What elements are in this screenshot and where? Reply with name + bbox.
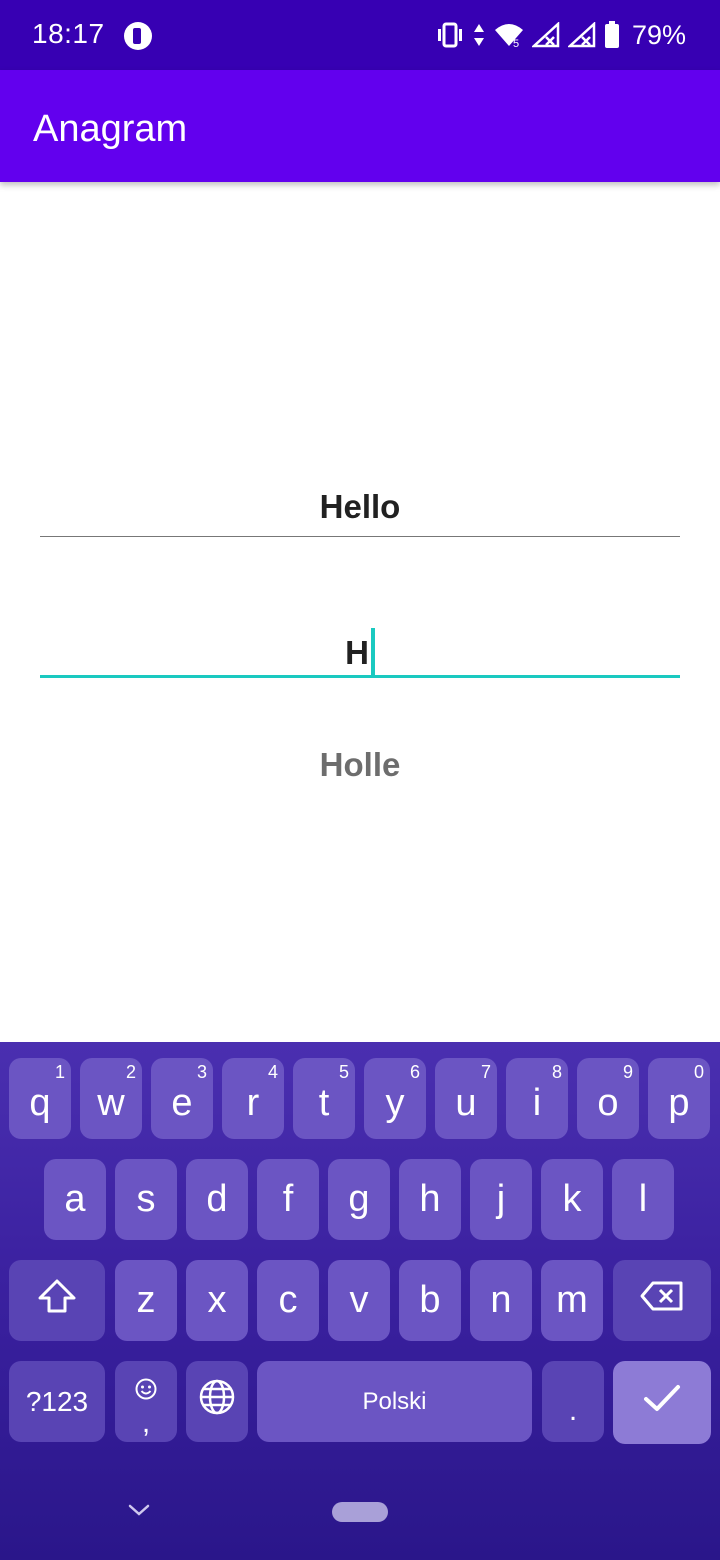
key-letter: t: [318, 1082, 330, 1124]
key-number: 1: [54, 1062, 65, 1082]
status-bar: 18:17 5 79%: [0, 0, 720, 70]
soft-keyboard: 1q 2w 3e 4r 5t 6y 7u 8i 9o 0p a s d f g …: [0, 1042, 720, 1560]
key-u[interactable]: 7u: [435, 1058, 497, 1139]
key-number: 4: [267, 1062, 278, 1082]
backspace-icon: [639, 1279, 685, 1322]
battery-percentage: 79%: [631, 19, 686, 50]
signal-icon: [531, 22, 560, 48]
key-letter: y: [385, 1082, 405, 1124]
key-k[interactable]: k: [541, 1159, 603, 1240]
key-letter: o: [597, 1082, 619, 1124]
key-letter: p: [668, 1082, 690, 1124]
vibrate-icon: [436, 22, 464, 48]
symbols-key-label: ?123: [25, 1385, 89, 1417]
key-number: 0: [693, 1062, 704, 1082]
source-word-text: Hello: [319, 488, 401, 525]
key-n[interactable]: n: [470, 1260, 532, 1341]
key-y[interactable]: 6y: [364, 1058, 426, 1139]
chevron-down-icon[interactable]: [126, 1502, 152, 1523]
app-notification-icon: [124, 22, 152, 50]
key-v[interactable]: v: [328, 1260, 390, 1341]
text-cursor: [370, 628, 375, 678]
key-e[interactable]: 3e: [151, 1058, 213, 1139]
app-title: Anagram: [33, 108, 188, 150]
key-i[interactable]: 8i: [506, 1058, 568, 1139]
emoji-comma-key[interactable]: ,: [115, 1361, 177, 1442]
key-letter: i: [532, 1082, 542, 1124]
result-word: Holle: [319, 746, 401, 783]
key-number: 3: [196, 1062, 207, 1082]
globe-icon: [198, 1378, 236, 1426]
enter-key[interactable]: [613, 1361, 711, 1444]
key-letter: w: [97, 1082, 125, 1124]
key-g[interactable]: g: [328, 1159, 390, 1240]
key-number: 2: [125, 1062, 136, 1082]
space-key[interactable]: Polski: [257, 1361, 532, 1442]
key-w[interactable]: 2w: [80, 1058, 142, 1139]
status-icons: 5 79%: [436, 16, 686, 54]
battery-icon: [604, 21, 620, 49]
key-s[interactable]: s: [115, 1159, 177, 1240]
shift-key[interactable]: [9, 1260, 105, 1341]
key-c[interactable]: c: [257, 1260, 319, 1341]
check-icon: [642, 1381, 682, 1424]
key-l[interactable]: l: [612, 1159, 674, 1240]
key-a[interactable]: a: [44, 1159, 106, 1240]
key-o[interactable]: 9o: [577, 1058, 639, 1139]
key-b[interactable]: b: [399, 1260, 461, 1341]
key-j[interactable]: j: [470, 1159, 532, 1240]
emoji-icon: [134, 1368, 158, 1411]
key-q[interactable]: 1q: [9, 1058, 71, 1139]
key-letter: e: [171, 1082, 193, 1124]
key-t[interactable]: 5t: [293, 1058, 355, 1139]
svg-text:5: 5: [513, 38, 519, 48]
key-letter: r: [246, 1082, 260, 1124]
source-word-field[interactable]: Hello: [40, 488, 680, 537]
wifi-icon: 5: [494, 22, 524, 48]
key-d[interactable]: d: [186, 1159, 248, 1240]
key-letter: u: [455, 1082, 477, 1124]
key-m[interactable]: m: [541, 1260, 603, 1341]
backspace-key[interactable]: [613, 1260, 711, 1341]
signal-icon: [567, 22, 596, 48]
period-key[interactable]: .: [542, 1361, 604, 1442]
anagram-input-text: H: [345, 634, 369, 671]
status-time: 18:17: [32, 18, 105, 49]
key-number: 9: [622, 1062, 633, 1082]
key-number: 8: [551, 1062, 562, 1082]
period-label: .: [568, 1393, 578, 1427]
anagram-input-field[interactable]: H: [40, 620, 680, 678]
app-bar: Anagram: [0, 70, 720, 182]
key-r[interactable]: 4r: [222, 1058, 284, 1139]
key-number: 5: [338, 1062, 349, 1082]
key-p[interactable]: 0p: [648, 1058, 710, 1139]
key-f[interactable]: f: [257, 1159, 319, 1240]
key-x[interactable]: x: [186, 1260, 248, 1341]
shift-icon: [37, 1278, 77, 1324]
key-h[interactable]: h: [399, 1159, 461, 1240]
key-letter: q: [29, 1082, 51, 1124]
space-key-label: Polski: [362, 1387, 427, 1415]
key-z[interactable]: z: [115, 1260, 177, 1341]
comma-label: ,: [141, 1406, 151, 1439]
key-number: 7: [480, 1062, 491, 1082]
home-gesture-pill[interactable]: [332, 1502, 388, 1522]
symbols-key[interactable]: ?123: [9, 1361, 105, 1442]
data-arrows-icon: [472, 22, 486, 48]
language-key[interactable]: [186, 1361, 248, 1442]
key-number: 6: [409, 1062, 420, 1082]
